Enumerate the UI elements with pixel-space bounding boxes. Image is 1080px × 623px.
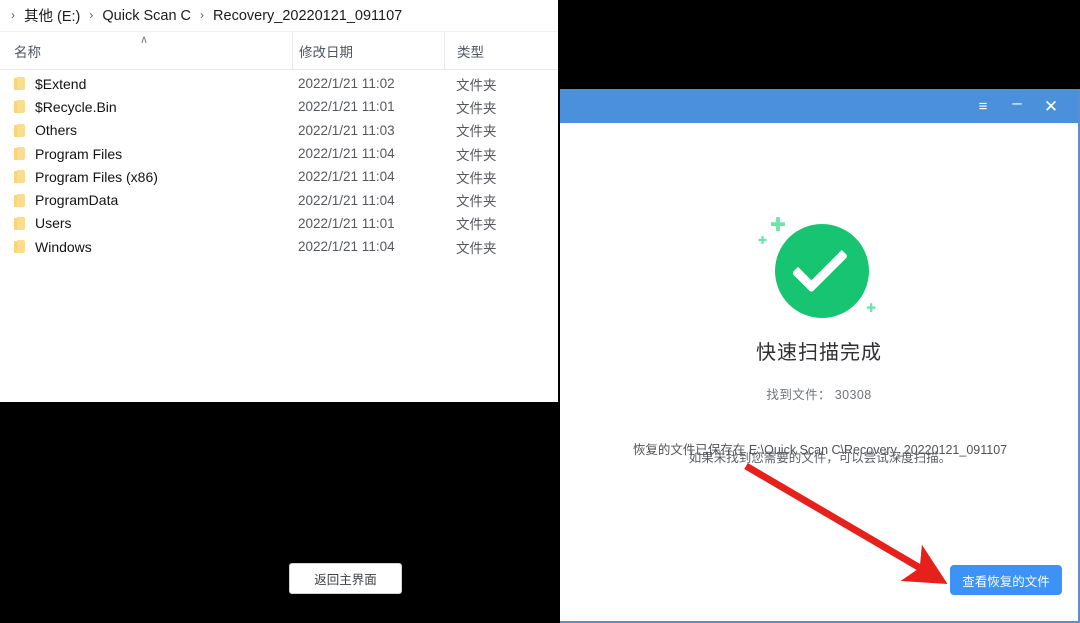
- file-date-cell: 2022/1/21 11:01: [298, 215, 395, 231]
- table-row[interactable]: $Recycle.Bin 2022/1/21 11:01 文件夹: [0, 95, 558, 118]
- file-explorer-panel: › 其他 (E:) › Quick Scan C › Recovery_2022…: [0, 0, 558, 402]
- file-name-cell[interactable]: Users: [0, 215, 292, 231]
- breadcrumb-item-drive[interactable]: 其他 (E:): [22, 4, 82, 27]
- file-name-cell[interactable]: $Extend: [0, 76, 292, 92]
- file-type-cell: 文件夹: [456, 124, 497, 140]
- table-row[interactable]: Windows 2022/1/21 11:04 文件夹: [0, 235, 558, 258]
- file-name-label: Program Files: [35, 145, 123, 162]
- folder-icon: [14, 147, 26, 161]
- table-row[interactable]: Users 2022/1/21 11:01 文件夹: [0, 212, 558, 235]
- table-row[interactable]: Others 2022/1/21 11:03 文件夹: [0, 119, 558, 142]
- file-type-cell: 文件夹: [456, 194, 497, 210]
- folder-icon: [14, 77, 26, 91]
- file-name-cell[interactable]: ProgramData: [0, 192, 292, 208]
- folder-icon: [14, 170, 26, 184]
- file-date-cell: 2022/1/21 11:04: [298, 169, 395, 185]
- folder-icon: [14, 193, 26, 207]
- file-date-cell: 2022/1/21 11:01: [298, 99, 395, 115]
- file-type-cell: 文件夹: [456, 147, 497, 163]
- close-icon[interactable]: ✕: [1034, 91, 1068, 121]
- scan-complete-heading: 快速扫描完成: [756, 342, 882, 364]
- breadcrumb-separator-1: ›: [89, 7, 94, 22]
- file-name-label: Others: [35, 122, 78, 139]
- folder-icon: [14, 240, 26, 254]
- breadcrumb-item-quick-scan-c[interactable]: Quick Scan C: [100, 7, 193, 25]
- file-name-label: Users: [35, 215, 72, 232]
- hamburger-menu-icon[interactable]: ≡: [966, 91, 1000, 121]
- file-name-cell[interactable]: Windows: [0, 239, 292, 255]
- view-recovered-files-button[interactable]: 查看恢复的文件: [950, 565, 1062, 595]
- sparkle-icon-3: ✚: [866, 301, 877, 315]
- file-name-label: Windows: [35, 238, 92, 255]
- table-row[interactable]: Program Files 2022/1/21 11:04 文件夹: [0, 142, 558, 165]
- file-name-cell[interactable]: Program Files (x86): [0, 169, 292, 185]
- table-row[interactable]: $Extend 2022/1/21 11:02 文件夹: [0, 72, 558, 95]
- sort-ascending-icon: ∧: [140, 34, 149, 46]
- file-name-cell[interactable]: $Recycle.Bin: [0, 99, 292, 115]
- file-name-label: ProgramData: [35, 192, 119, 209]
- file-date-cell: 2022/1/21 11:04: [298, 146, 395, 162]
- file-date-cell: 2022/1/21 11:04: [298, 239, 395, 255]
- file-type-cell: 文件夹: [456, 240, 497, 256]
- screenshot-root: › 其他 (E:) › Quick Scan C › Recovery_2022…: [0, 0, 1080, 623]
- back-to-main-button[interactable]: 返回主界面: [289, 563, 402, 594]
- column-header-date[interactable]: 修改日期: [292, 32, 444, 69]
- file-type-cell: 文件夹: [456, 100, 497, 116]
- sparkle-icon-1: ✚: [770, 215, 786, 236]
- breadcrumb-item-recovery-folder[interactable]: Recovery_20220121_091107: [211, 7, 404, 25]
- checkmark-glyph: [791, 236, 849, 293]
- file-type-cell: 文件夹: [456, 217, 497, 233]
- file-name-label: $Extend: [35, 75, 87, 92]
- file-list: $Extend 2022/1/21 11:02 文件夹 $Recycle.Bin 202…: [0, 70, 558, 258]
- file-type-cell: 文件夹: [456, 170, 497, 186]
- breadcrumb-separator-0: ›: [11, 7, 15, 22]
- app-content: ✚ ✚ ✚ 快速扫描完成 找到文件： 30308 恢复的文件已保存在 E:\Qu…: [289, 123, 1078, 621]
- recovery-app-window: ≡ – ✕ ✚ ✚ ✚ 快速扫描完成 找到文件： 30308 恢复的文件已保存在…: [289, 89, 1080, 623]
- file-type-cell: 文件夹: [456, 77, 497, 93]
- column-header-type[interactable]: 类型: [444, 32, 558, 69]
- app-titlebar: ≡ – ✕: [560, 89, 1078, 123]
- file-name-label: $Recycle.Bin: [35, 98, 117, 115]
- breadcrumb[interactable]: › 其他 (E:) › Quick Scan C › Recovery_2022…: [0, 0, 558, 32]
- files-found-label: 找到文件： 30308: [766, 388, 872, 402]
- file-name-cell[interactable]: Others: [0, 122, 292, 138]
- column-header-row: ∧ 名称 修改日期 类型: [0, 32, 558, 70]
- file-name-label: Program Files (x86): [35, 168, 158, 185]
- success-circle: [775, 224, 869, 318]
- minimize-icon[interactable]: –: [1000, 91, 1034, 121]
- table-row[interactable]: ProgramData 2022/1/21 11:04 文件夹: [0, 188, 558, 211]
- folder-icon: [14, 100, 26, 114]
- file-name-cell[interactable]: Program Files: [0, 146, 292, 162]
- folder-icon: [14, 123, 26, 137]
- file-date-cell: 2022/1/21 11:04: [298, 192, 395, 208]
- breadcrumb-separator-2: ›: [200, 7, 205, 22]
- table-row[interactable]: Program Files (x86) 2022/1/21 11:04 文件夹: [0, 165, 558, 188]
- sparkle-icon-2: ✚: [758, 235, 768, 247]
- deep-scan-hint: 如果未找到您需要的文件，可以尝试深度扫描。: [688, 451, 952, 465]
- success-check-icon: ✚ ✚ ✚: [754, 206, 884, 324]
- file-date-cell: 2022/1/21 11:02: [298, 76, 395, 92]
- file-date-cell: 2022/1/21 11:03: [298, 122, 395, 138]
- folder-icon: [14, 216, 26, 230]
